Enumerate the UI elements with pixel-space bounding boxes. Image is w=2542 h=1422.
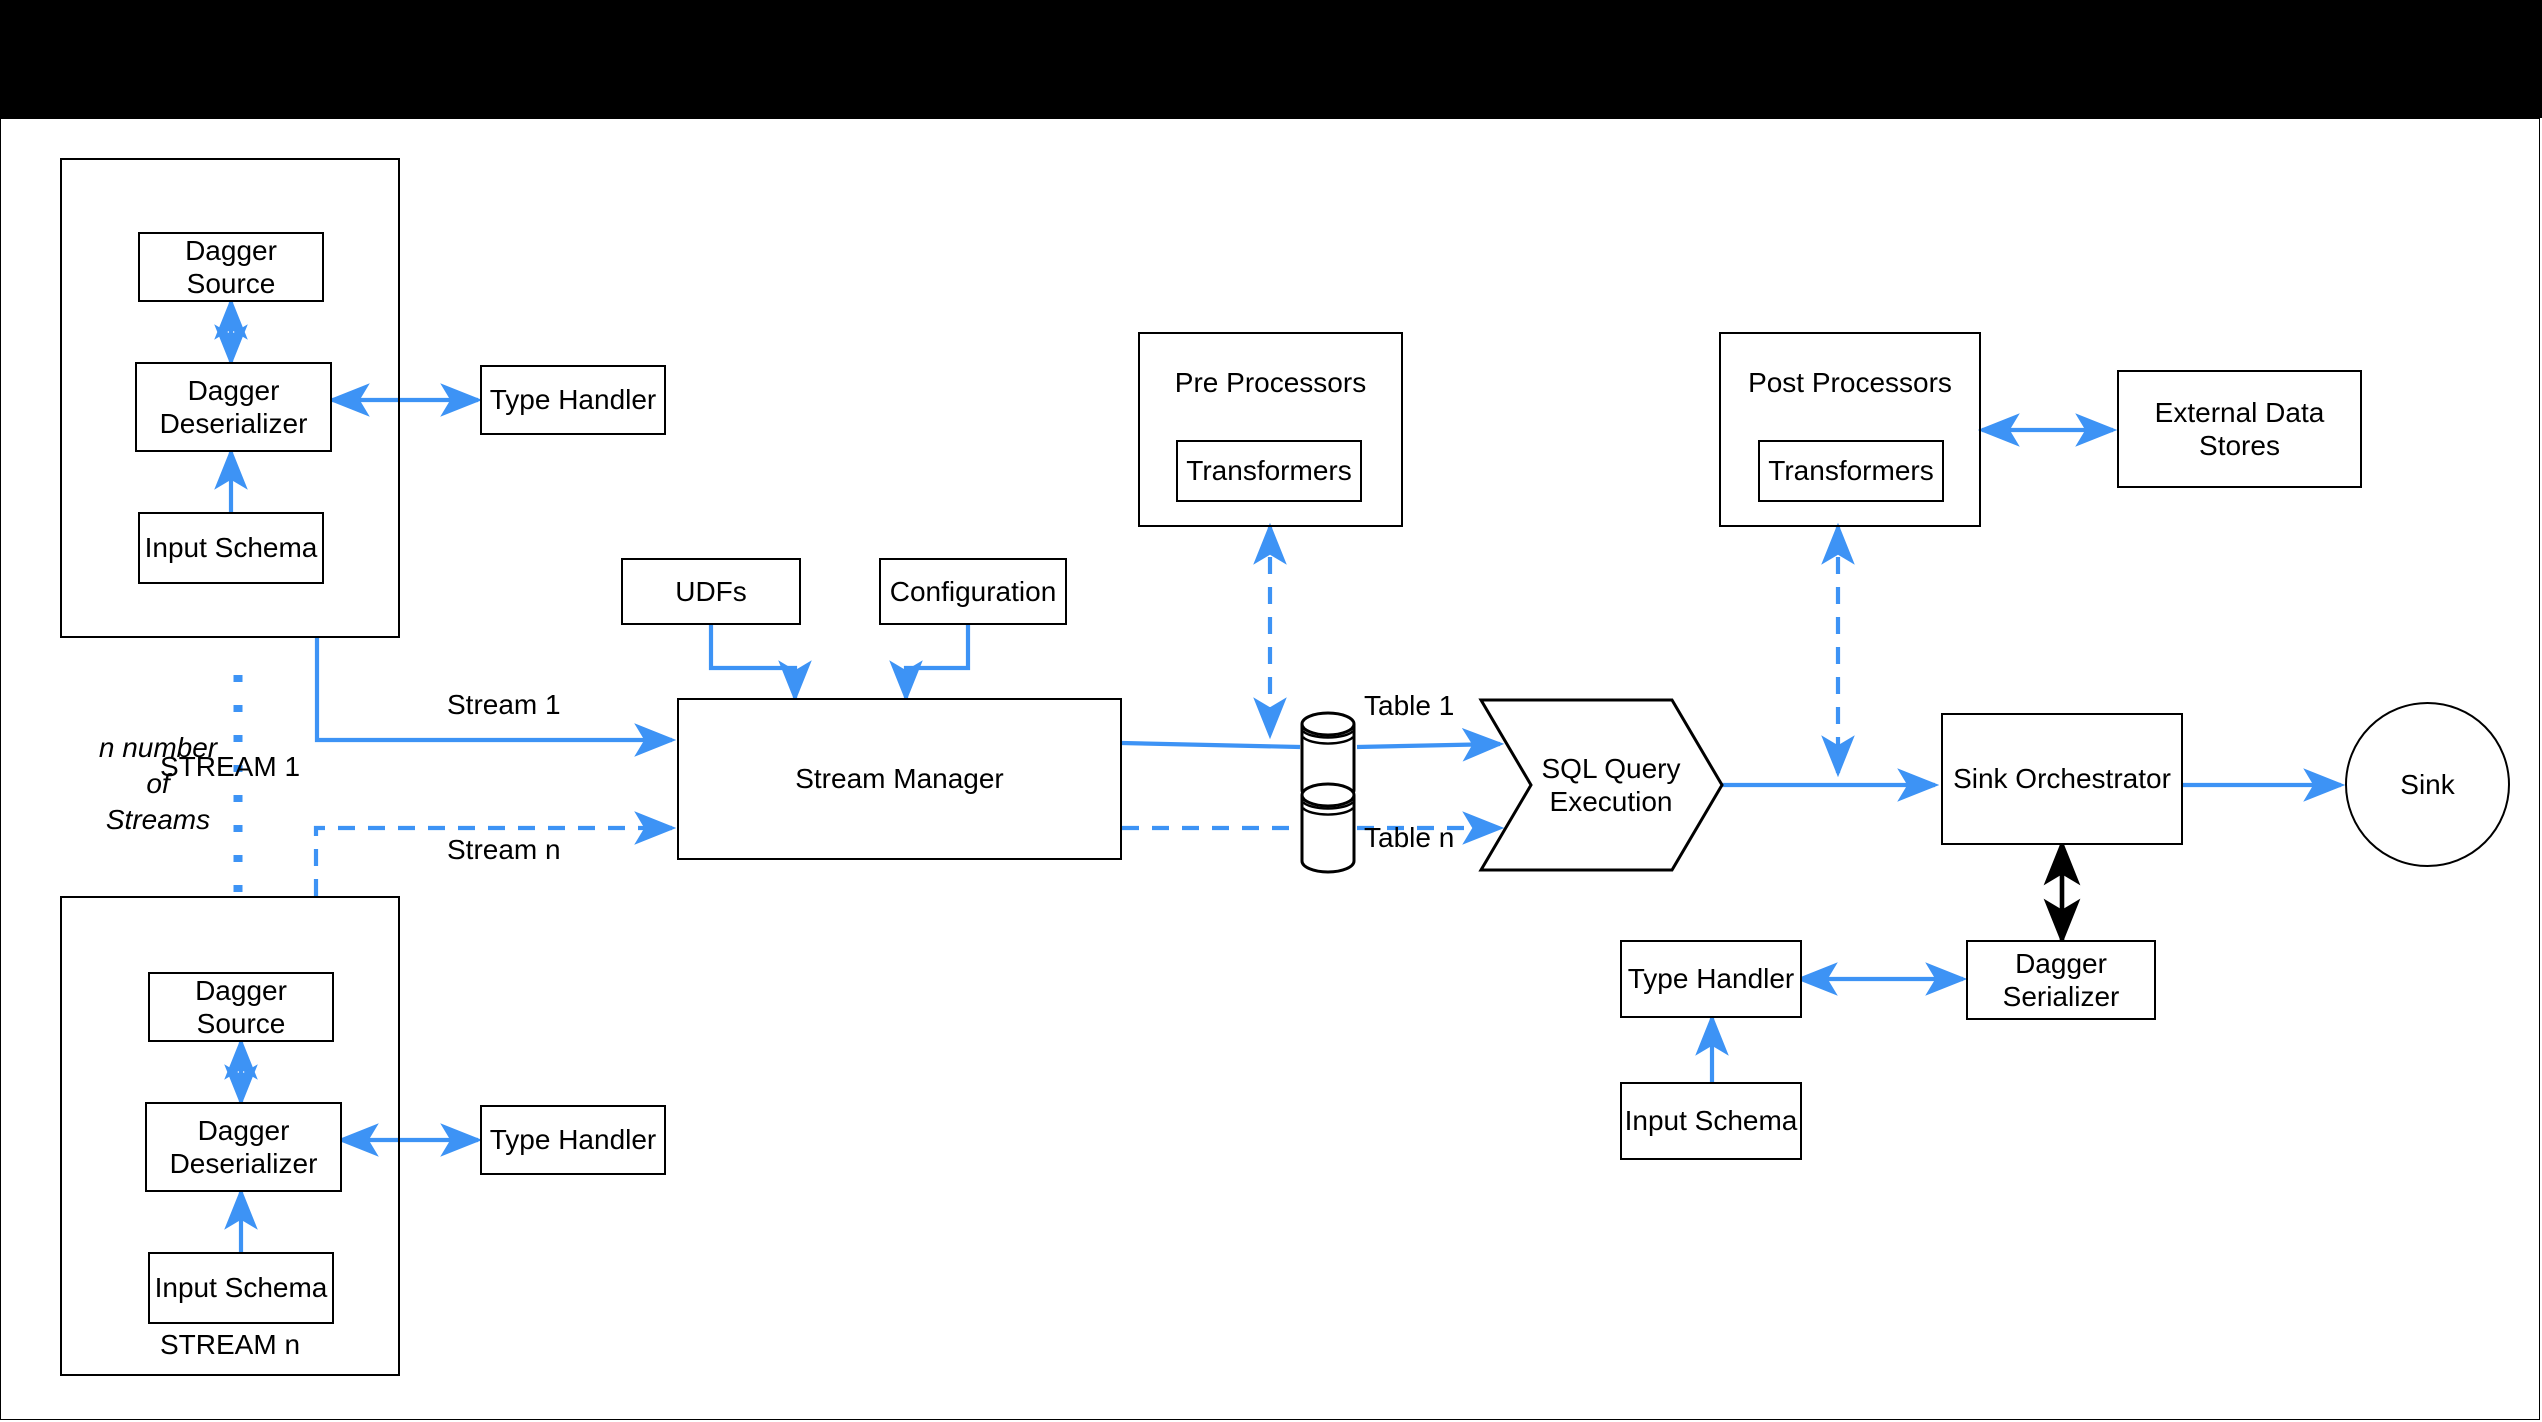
external-data-stores-box[interactable]: External Data Stores (2117, 370, 2362, 488)
pre-processors-title: Pre Processors (1174, 367, 1367, 398)
dagger-serializer-label-1: Dagger (2015, 947, 2107, 979)
table-1-label: Table 1 (1364, 690, 1454, 722)
stream-n-edge-label: Stream n (447, 834, 561, 866)
n-streams-note-line-1: n number (98, 732, 218, 763)
sql-query-execution[interactable]: SQL Query Execution (1531, 745, 1691, 825)
post-processors-title: Post Processors (1748, 367, 1952, 398)
sink-label: Sink (2400, 768, 2455, 800)
stream-manager-box[interactable]: Stream Manager (677, 698, 1122, 860)
stream-n-type-handler-label: Type Handler (489, 1124, 657, 1156)
stream-n-dagger-source-label: Dagger Source (195, 974, 287, 1039)
sql-query-execution-label-1: SQL Query (1541, 752, 1681, 784)
stream-1-dagger-source-label: Dagger Source (185, 234, 277, 299)
udfs-box[interactable]: UDFs (621, 558, 801, 625)
stream-n-input-schema-label: Input Schema (154, 1272, 328, 1304)
sink-type-handler-label: Type Handler (1627, 963, 1795, 995)
diagram-canvas: STREAM 1 Dagger Source Dagger Deserializ… (0, 0, 2542, 1422)
sink-input-schema-label: Input Schema (1624, 1105, 1798, 1137)
sink-node[interactable]: Sink (2345, 702, 2510, 867)
post-processors-transformers[interactable]: Transformers (1758, 440, 1944, 502)
stream-1-edge-label-text: Stream 1 (447, 689, 561, 720)
stream-n-edge-label-text: Stream n (447, 834, 561, 865)
stream-1-dagger-source[interactable]: Dagger Source (138, 232, 324, 302)
stream-n-dagger-deserializer-label-2: Deserializer (169, 1148, 318, 1179)
stream-n-input-schema[interactable]: Input Schema (148, 1252, 334, 1324)
stream-1-input-schema-label: Input Schema (144, 532, 318, 564)
external-data-stores-label: External Data Stores (2154, 396, 2325, 461)
pre-processors-transformers[interactable]: Transformers (1176, 440, 1362, 502)
stream-1-dagger-deserializer-label-1: Dagger (187, 374, 280, 406)
stream-n-dagger-source[interactable]: Dagger Source (148, 972, 334, 1042)
stream-1-dagger-deserializer-label-2: Deserializer (159, 408, 308, 439)
sink-input-schema-box[interactable]: Input Schema (1620, 1082, 1802, 1160)
table-1-label-text: Table 1 (1364, 690, 1455, 721)
configuration-box[interactable]: Configuration (879, 558, 1067, 625)
stream-n-dagger-deserializer-label-1: Dagger (197, 1114, 290, 1146)
sink-orchestrator-label: Sink Orchestrator (1953, 763, 2171, 795)
stream-n-group-label: STREAM n (159, 1329, 301, 1360)
top-black-bar (0, 0, 2542, 118)
sql-query-execution-label-2: Execution (1549, 786, 1673, 817)
stream-1-input-schema[interactable]: Input Schema (138, 512, 324, 584)
n-streams-note-line-3: Streams (105, 803, 211, 835)
stream-1-dagger-deserializer[interactable]: Dagger Deserializer (135, 362, 332, 452)
sink-orchestrator-box[interactable]: Sink Orchestrator (1941, 713, 2183, 845)
stream-1-type-handler[interactable]: Type Handler (480, 365, 666, 435)
pre-processors-transformers-label: Transformers (1186, 455, 1352, 487)
table-n-label-text: Table n (1364, 822, 1455, 853)
stream-1-type-handler-label: Type Handler (489, 384, 657, 416)
stream-manager-label: Stream Manager (795, 763, 1004, 795)
udfs-label: UDFs (675, 575, 747, 607)
stream-n-type-handler[interactable]: Type Handler (480, 1105, 666, 1175)
stream-n-dagger-deserializer[interactable]: Dagger Deserializer (145, 1102, 342, 1192)
stream-1-edge-label: Stream 1 (447, 689, 561, 721)
dagger-serializer-label-2: Serializer (2002, 981, 2120, 1012)
n-streams-note-line-2: of (146, 767, 170, 799)
configuration-label: Configuration (889, 575, 1057, 607)
dagger-serializer-box[interactable]: Dagger Serializer (1966, 940, 2156, 1020)
table-n-label: Table n (1364, 822, 1454, 854)
sink-type-handler-box[interactable]: Type Handler (1620, 940, 1802, 1018)
n-streams-note: n number of Streams (78, 730, 238, 837)
post-processors-transformers-label: Transformers (1768, 455, 1934, 487)
